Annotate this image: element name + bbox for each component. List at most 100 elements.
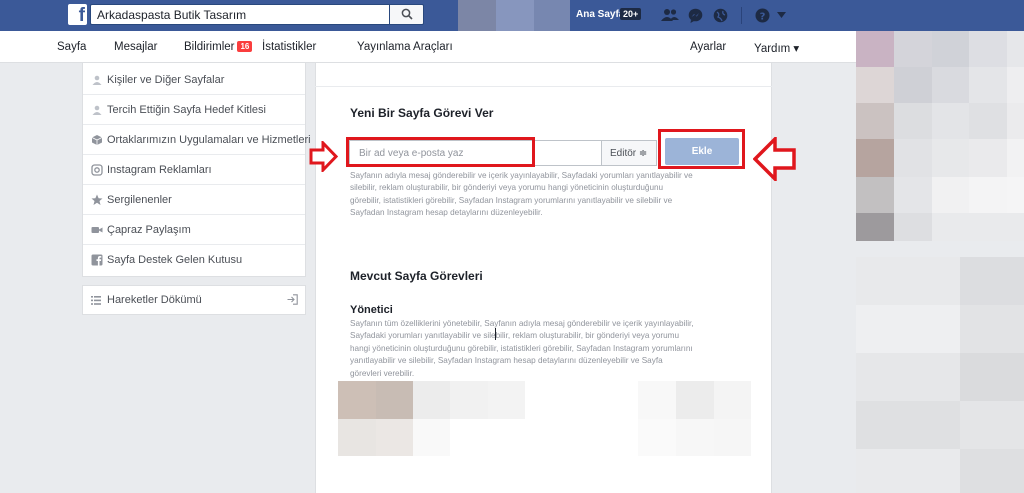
desc-line: Sayfadan Instagram hesap detaylarını düz… — [350, 208, 543, 218]
nav-tab-publishing-tools[interactable]: Yayınlama Araçları — [357, 41, 453, 53]
blur-tile — [932, 103, 969, 139]
sidebar-item-activity-log[interactable]: Hareketler Dökümü — [82, 285, 306, 315]
star-icon — [91, 194, 103, 205]
blur-tile — [856, 241, 1024, 257]
facebook-logo-icon[interactable]: f — [68, 4, 87, 25]
nav-settings[interactable]: Ayarlar — [690, 41, 726, 53]
nav-tab-insights[interactable]: İstatistikler — [262, 41, 316, 53]
sidebar-item-people-and-pages[interactable]: Kişiler ve Diğer Sayfalar — [83, 65, 305, 95]
blur-tile — [894, 177, 932, 213]
blur-tile — [1007, 139, 1024, 177]
blur-tile — [856, 177, 894, 213]
blur-tile — [856, 213, 894, 241]
sidebar-item-label: Ortaklarımızın Uygulamaları ve Hizmetler… — [107, 134, 311, 146]
nav-help[interactable]: Yardım ▾ — [754, 41, 799, 55]
new-role-title: Yeni Bir Sayfa Görevi Ver — [350, 106, 494, 120]
search-input[interactable]: Arkadaspasta Butik Tasarım — [90, 4, 390, 25]
sidebar-item-preferred-audience[interactable]: Tercih Ettiğin Sayfa Hedef Kitlesi — [83, 95, 305, 125]
right-arrow-icon — [309, 141, 338, 172]
nav-tab-notifications-label: Bildirimler — [184, 41, 235, 53]
card-divider — [315, 86, 772, 87]
nav-tab-messages[interactable]: Mesajlar — [114, 41, 157, 53]
desc-line: silebilir, reklam oluşturabilir, bir gön… — [350, 183, 664, 193]
blur-tile — [856, 31, 894, 67]
sidebar-item-partner-apps[interactable]: Ortaklarımızın Uygulamaları ve Hizmetler… — [83, 125, 311, 155]
sidebar-item-label: Sergilenenler — [107, 194, 172, 206]
topbar-right-area — [797, 0, 1024, 31]
desc-line: Sayfadaki yorumları yanıtlayabilir ve si… — [350, 331, 679, 341]
account-menu-chevron-icon[interactable] — [777, 12, 786, 18]
desc-line: görevleri verebilir. — [350, 368, 415, 378]
search-button[interactable] — [390, 4, 424, 25]
blur-tile — [894, 67, 932, 103]
sidebar-item-support-inbox[interactable]: Sayfa Destek Gelen Kutusu — [83, 245, 305, 275]
sidebar-item-label: Çapraz Paylaşım — [107, 224, 191, 236]
friend-requests-icon[interactable] — [661, 8, 679, 22]
existing-roles-title: Mevcut Sayfa Görevleri — [350, 269, 483, 283]
role-select-dropdown[interactable]: Editör ≑ — [601, 140, 657, 166]
blurred-admin-row — [676, 419, 714, 456]
people-icon — [92, 75, 102, 85]
desc-line: yanıtlayabilir ve silebilir, Sayfadan In… — [350, 356, 663, 366]
blurred-admin-row — [376, 419, 413, 456]
sidebar-item-instagram-ads[interactable]: Instagram Reklamları — [83, 155, 305, 185]
blur-tile — [894, 139, 932, 177]
blur-tile — [932, 213, 1024, 241]
blurred-admin-row — [376, 381, 413, 419]
left-arrow-icon — [753, 137, 796, 181]
facebook-icon — [91, 254, 103, 266]
blur-tile — [969, 177, 1007, 213]
home-link[interactable]: Ana Sayfa — [576, 9, 624, 20]
highlight-input-box — [346, 137, 535, 167]
blur-tile — [969, 103, 1007, 139]
help-icon[interactable]: ? — [755, 8, 770, 23]
blur-tile — [894, 31, 932, 67]
instagram-icon — [91, 164, 103, 176]
search-icon — [401, 8, 413, 20]
blur-tile — [960, 449, 1024, 493]
blur-tile — [932, 177, 969, 213]
video-icon — [91, 227, 103, 233]
blur-tile — [960, 305, 1024, 353]
blurred-admin-row — [488, 381, 525, 419]
settings-sidebar: Kişiler ve Diğer Sayfalar Tercih Ettiğin… — [82, 63, 311, 277]
svg-text:?: ? — [760, 12, 766, 23]
blur-tile — [960, 353, 1024, 401]
blurred-admin-row — [714, 381, 751, 419]
blur-tile — [1007, 103, 1024, 139]
notification-count-badge: 16 — [237, 41, 253, 52]
blur-tile — [856, 353, 960, 401]
blur-tile — [960, 401, 1024, 449]
blurred-admin-row — [714, 419, 751, 456]
blur-tile — [969, 67, 1007, 103]
toolbar-divider — [741, 7, 742, 24]
highlight-add-box — [658, 129, 745, 169]
blurred-profile — [496, 0, 534, 31]
home-badge: 20+ — [620, 8, 642, 20]
blurred-admin-row — [338, 381, 376, 419]
page-navigation: Sayfa Mesajlar Bildirimler 16 İstatistikl… — [0, 31, 856, 63]
blur-tile — [856, 401, 960, 449]
sidebar-item-featured[interactable]: Sergilenenler — [83, 185, 305, 215]
blur-tile — [856, 67, 894, 103]
blurred-profile — [458, 0, 496, 31]
activity-log-label: Hareketler Dökümü — [107, 294, 202, 306]
globe-notifications-icon[interactable] — [713, 8, 728, 23]
blur-tile — [856, 103, 894, 139]
admin-role-description: Sayfanın tüm özelliklerini yönetebilir, … — [350, 318, 760, 380]
sidebar-item-crossposting[interactable]: Çapraz Paylaşım — [83, 215, 305, 245]
blurred-admin-row — [450, 381, 488, 419]
nav-tab-notifications[interactable]: Bildirimler 16 — [184, 41, 253, 53]
nav-tab-page[interactable]: Sayfa — [57, 41, 86, 53]
blur-tile — [969, 139, 1007, 177]
blurred-right-column — [856, 31, 1024, 493]
blur-tile — [960, 257, 1024, 305]
blur-tile — [894, 103, 932, 139]
blur-tile — [932, 31, 969, 67]
desc-line: hangi yöneticinin oluşturduğunu görebili… — [350, 343, 693, 353]
blurred-admin-row — [413, 419, 450, 456]
admin-role-title: Yönetici — [350, 304, 393, 316]
blurred-admin-row — [413, 381, 450, 419]
blur-tile — [1007, 31, 1024, 67]
messenger-icon[interactable] — [688, 8, 703, 23]
